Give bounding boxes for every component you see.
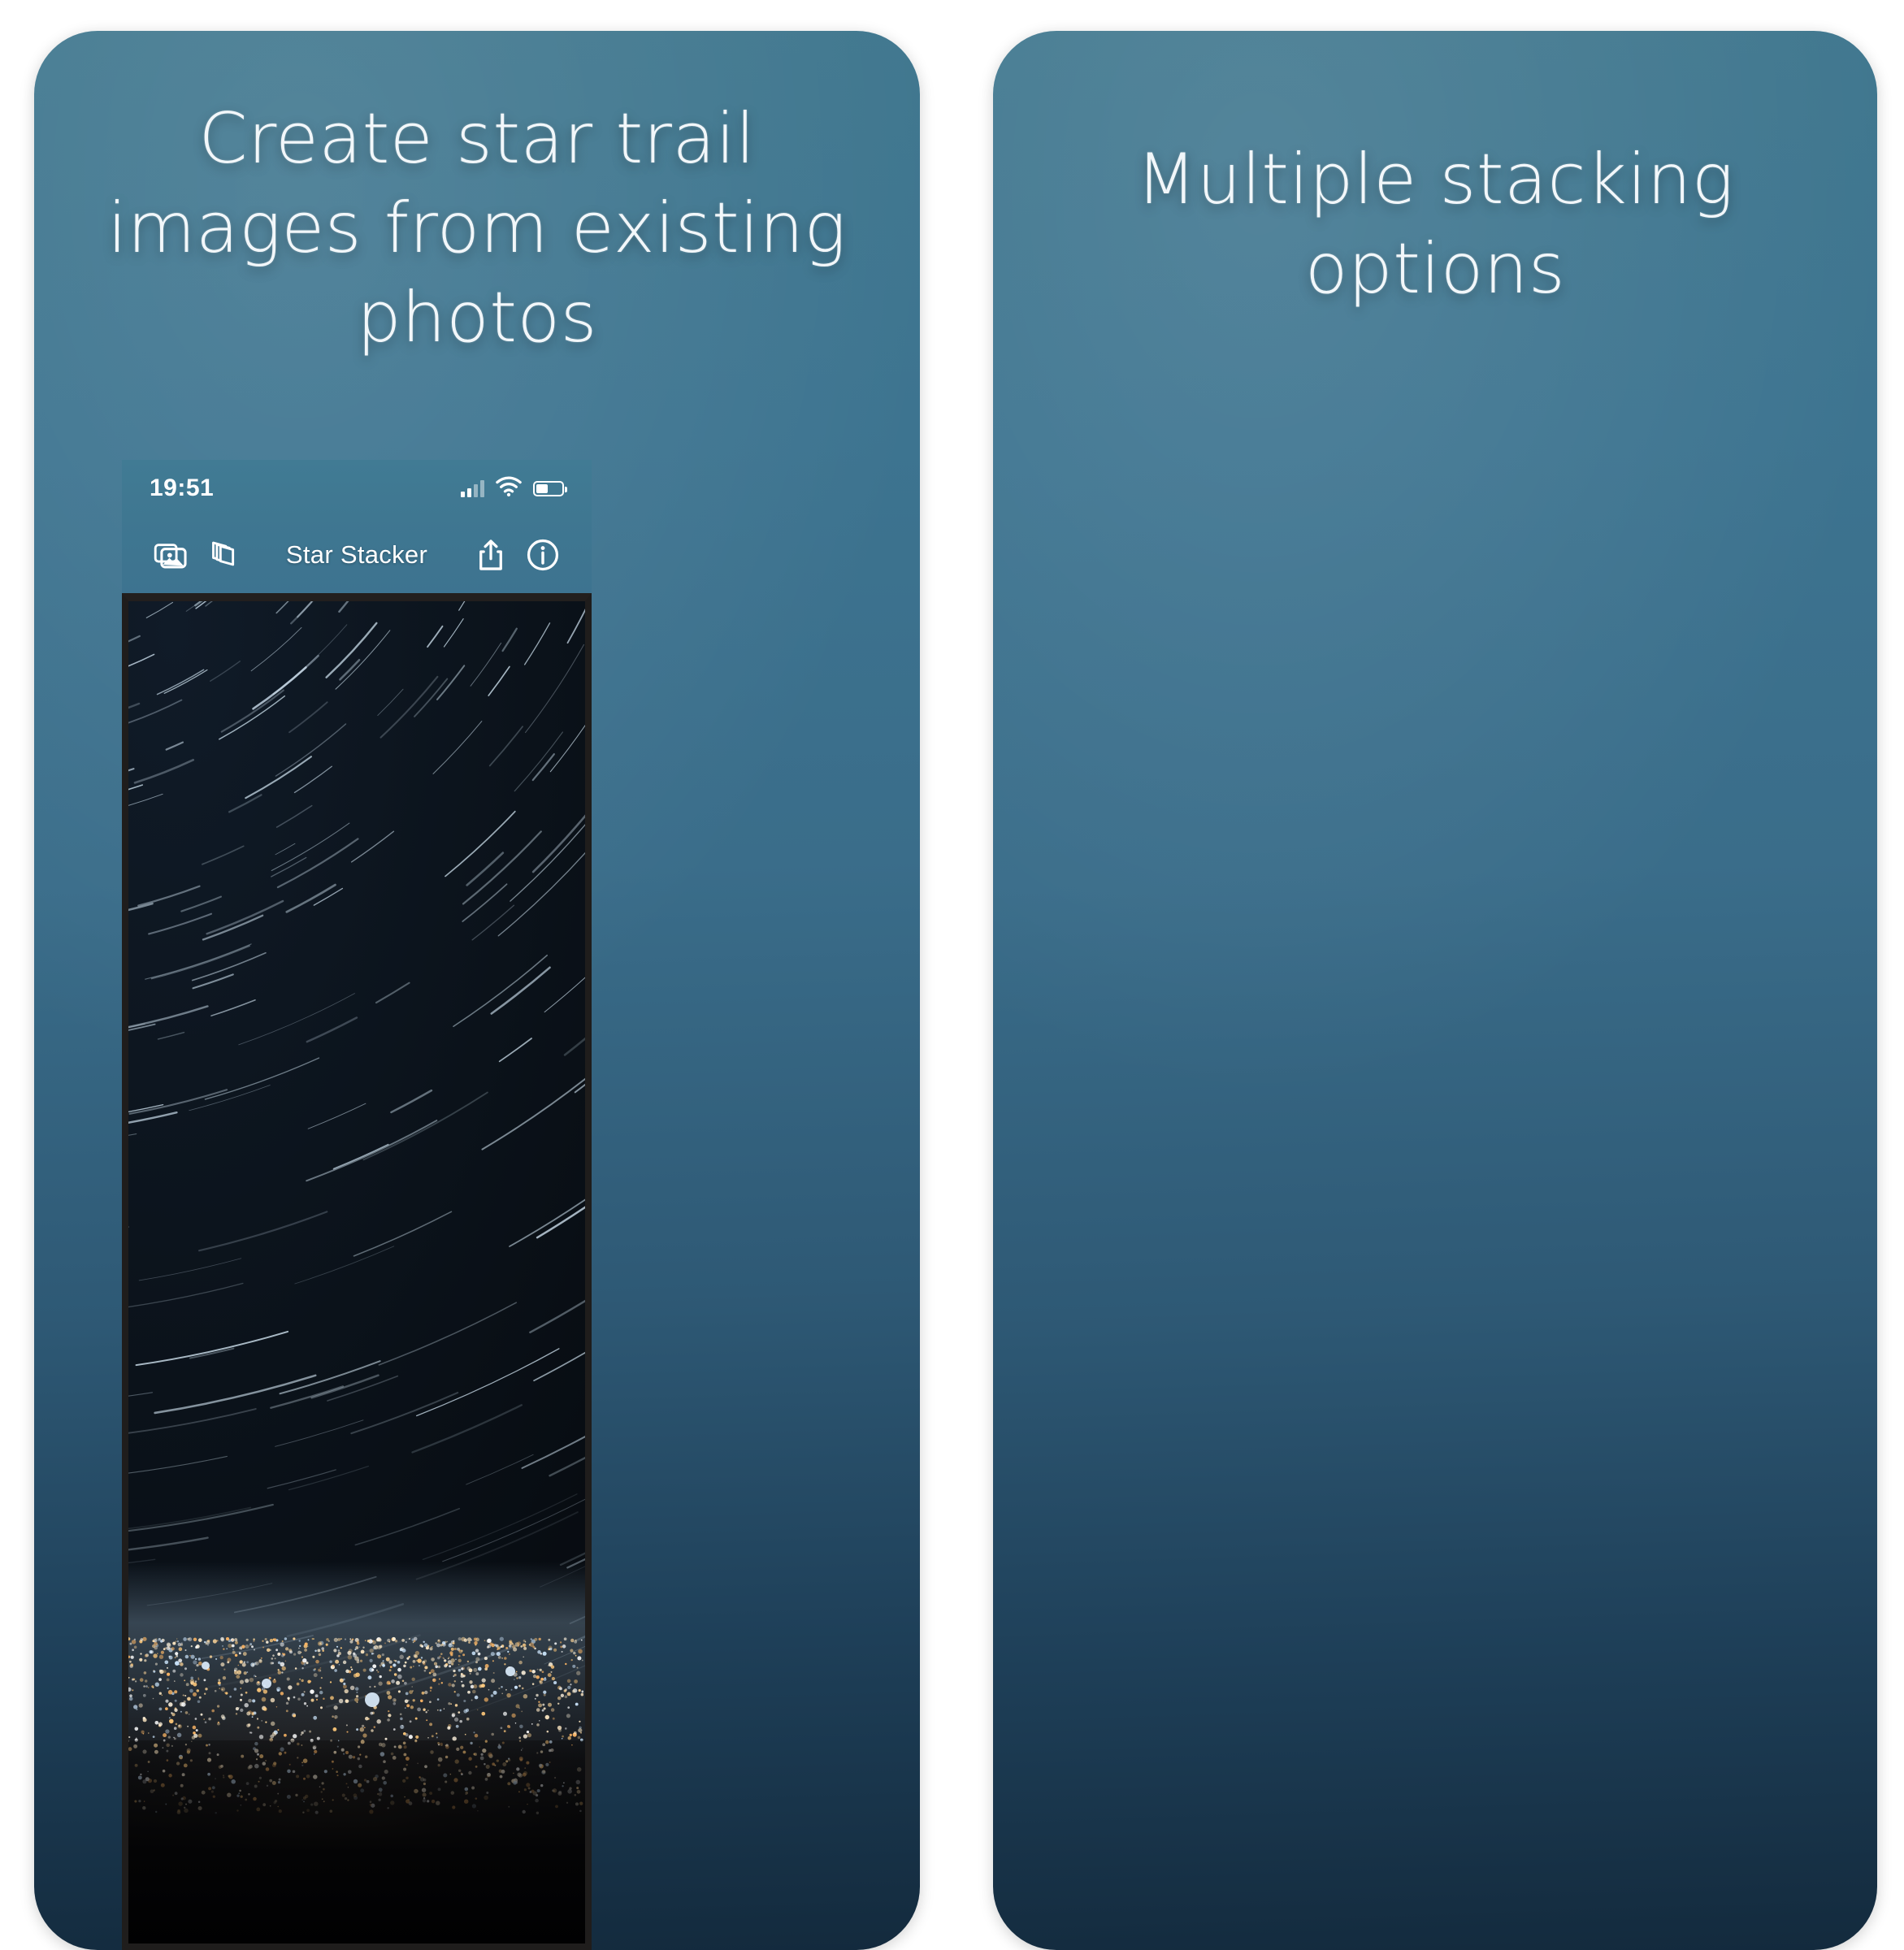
battery-icon bbox=[533, 480, 567, 496]
app-title: Star Stacker bbox=[285, 540, 428, 569]
dark-foreground bbox=[128, 1740, 585, 1944]
app-toolbar: Star Stacker bbox=[122, 517, 592, 593]
wifi-icon bbox=[495, 475, 523, 501]
status-bar-left: 19:51 bbox=[122, 460, 592, 517]
status-time: 19:51 bbox=[150, 474, 215, 501]
screenshot-stage: Create star trail images from existing p… bbox=[0, 0, 1904, 1950]
promo-card-right: Multiple stacking options 20:59 bbox=[993, 31, 1877, 1950]
layers-stack-icon[interactable] bbox=[197, 529, 249, 581]
phone-mockup-left: 19:51 Star Stacker bbox=[122, 460, 592, 1950]
cellular-signal-icon bbox=[461, 479, 484, 497]
info-icon[interactable] bbox=[517, 529, 569, 581]
star-trail-preview[interactable] bbox=[122, 593, 592, 1950]
photos-library-icon[interactable] bbox=[145, 529, 197, 581]
headline-left: Create star trail images from existing p… bbox=[107, 98, 847, 359]
headline-right: Multiple stacking options bbox=[1136, 139, 1734, 310]
share-icon[interactable] bbox=[465, 529, 517, 581]
status-indicators bbox=[461, 475, 567, 501]
promo-card-left: Create star trail images from existing p… bbox=[34, 31, 920, 1950]
